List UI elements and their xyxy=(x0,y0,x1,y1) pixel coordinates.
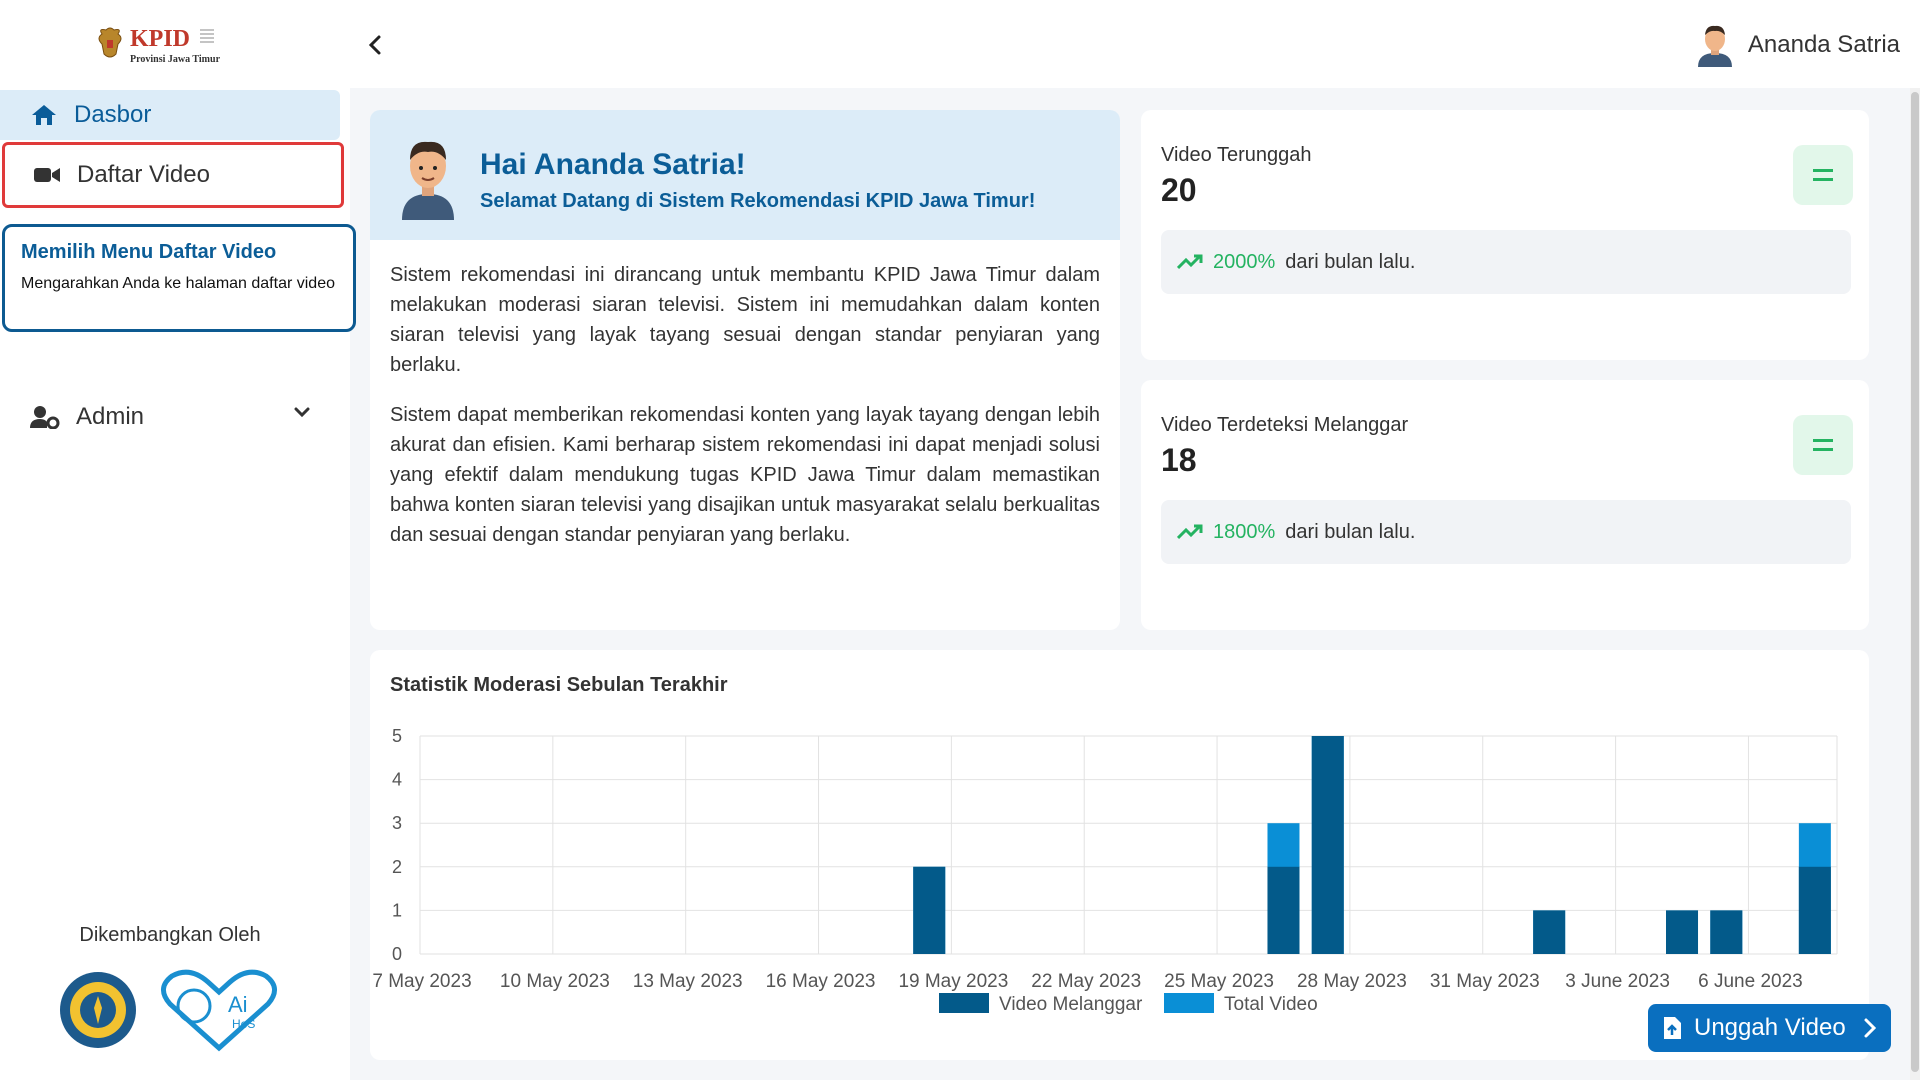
chart-card: Statistik Moderasi Sebulan Terakhir 0123… xyxy=(370,650,1869,1060)
legend-label: Video Melanggar xyxy=(999,994,1143,1015)
bar-video-melanggar xyxy=(1311,736,1344,954)
legend-swatch-melanggar xyxy=(939,993,989,1013)
x-tick-label: 10 May 2023 xyxy=(500,971,610,992)
chevron-right-icon xyxy=(1864,1018,1877,1038)
trend-percentage: 1800% xyxy=(1213,520,1276,543)
developed-by-label: Dikembangkan Oleh xyxy=(79,924,261,946)
aihes-logo-icon: Ai HeS xyxy=(161,969,277,1052)
logo-title: KPID xyxy=(130,26,190,52)
x-tick-label: 16 May 2023 xyxy=(766,971,876,992)
x-tick-label: 25 May 2023 xyxy=(1164,971,1274,992)
welcome-paragraph: Sistem dapat memberikan rekomendasi kont… xyxy=(390,404,1100,546)
user-avatar-icon xyxy=(1697,25,1732,67)
garuda-emblem-icon xyxy=(98,27,122,58)
welcome-body: Sistem rekomendasi ini dirancang untuk m… xyxy=(390,260,1100,570)
y-tick-label: 1 xyxy=(392,900,402,920)
user-avatar-icon xyxy=(402,141,454,220)
welcome-subtitle: Selamat Datang di Sistem Rekomendasi KPI… xyxy=(480,190,1036,212)
home-icon xyxy=(32,105,56,125)
upload-video-button[interactable]: Unggah Video xyxy=(1648,1004,1891,1052)
legend-label: Total Video xyxy=(1224,994,1318,1015)
sidebar-item-label: Daftar Video xyxy=(77,161,210,188)
equals-icon xyxy=(1793,415,1853,475)
stat-value: 18 xyxy=(1161,442,1197,478)
y-tick-label: 5 xyxy=(392,726,402,746)
y-tick-label: 3 xyxy=(392,813,402,833)
stat-title: Video Terdeteksi Melanggar xyxy=(1161,414,1409,436)
trend-text: dari bulan lalu. xyxy=(1285,250,1416,273)
x-tick-label: 6 June 2023 xyxy=(1698,971,1803,992)
stat-trend: 1800% dari bulan lalu. xyxy=(1161,500,1851,564)
bar-video-melanggar xyxy=(1798,866,1831,954)
its-logo-icon xyxy=(60,972,136,1048)
bar-video-melanggar xyxy=(1533,910,1566,954)
trend-text: dari bulan lalu. xyxy=(1285,520,1416,543)
stat-value: 20 xyxy=(1161,172,1197,208)
bar-video-melanggar xyxy=(1666,910,1699,954)
trend-up-icon xyxy=(1177,254,1203,270)
sidebar-item-dasbor[interactable]: Dasbor xyxy=(0,90,340,140)
x-tick-label: 22 May 2023 xyxy=(1031,971,1141,992)
sidebar-item-label: Dasbor xyxy=(74,101,152,128)
svg-text:Ai: Ai xyxy=(228,992,248,1017)
sidebar: Dasbor Daftar Video Memilih Menu Daftar … xyxy=(0,88,356,1080)
moderation-chart: 0 1 2 3 4 5 7 May 2023 10 May 2023 13 May 2023 16… xyxy=(372,726,1838,1015)
equals-icon xyxy=(1793,145,1853,205)
guide-tooltip: Memilih Menu Daftar Video Mengarahkan An… xyxy=(2,224,356,332)
bar-video-melanggar xyxy=(1710,910,1743,954)
trend-percentage: 2000% xyxy=(1213,250,1276,273)
welcome-card: Hai Ananda Satria! Selamat Datang di Sis… xyxy=(370,110,1120,630)
user-menu[interactable]: Ananda Satria xyxy=(1696,22,1900,68)
top-bar: KPID Provinsi Jawa Timur Ananda Satria xyxy=(0,0,1920,88)
bar-video-melanggar xyxy=(1267,866,1300,954)
legend-swatch-total xyxy=(1164,993,1214,1013)
user-name: Ananda Satria xyxy=(1747,31,1900,58)
logo-subtitle: Provinsi Jawa Timur xyxy=(130,54,221,65)
y-tick-label: 0 xyxy=(392,944,402,964)
y-tick-label: 4 xyxy=(392,770,402,790)
upload-video-label: Unggah Video xyxy=(1694,1014,1846,1041)
user-gear-icon xyxy=(30,406,60,429)
video-camera-icon xyxy=(34,168,60,182)
sidebar-collapse-button[interactable] xyxy=(360,30,390,60)
bar-video-melanggar xyxy=(913,866,946,954)
x-tick-label: 19 May 2023 xyxy=(898,971,1008,992)
x-tick-label: 28 May 2023 xyxy=(1297,971,1407,992)
x-tick-label: 7 May 2023 xyxy=(372,971,471,992)
tooltip-description: Mengarahkan Anda ke halaman daftar video xyxy=(21,275,335,292)
trend-up-icon xyxy=(1177,524,1203,540)
chevron-down-icon xyxy=(294,407,310,418)
welcome-header: Hai Ananda Satria! Selamat Datang di Sis… xyxy=(370,110,1120,240)
x-tick-label: 13 May 2023 xyxy=(633,971,743,992)
stat-card-video-terunggah: Video Terunggah 20 2000% dari bulan lalu… xyxy=(1141,110,1869,360)
developer-logos: Ai HeS xyxy=(56,968,282,1052)
sidebar-item-label: Admin xyxy=(76,403,145,430)
y-tick-label: 2 xyxy=(392,857,402,877)
stat-card-video-melanggar: Video Terdeteksi Melanggar 18 1800% dari… xyxy=(1141,380,1869,630)
tooltip-title: Memilih Menu Daftar Video xyxy=(21,241,277,263)
stat-trend: 2000% dari bulan lalu. xyxy=(1161,230,1851,294)
sidebar-item-admin[interactable]: Admin xyxy=(0,392,340,442)
chevron-left-icon xyxy=(368,35,381,55)
x-tick-label: 3 June 2023 xyxy=(1565,971,1670,992)
scrollbar-thumb[interactable] xyxy=(1911,92,1919,1072)
sidebar-item-daftar-video[interactable]: Daftar Video xyxy=(2,142,344,208)
welcome-paragraph: Sistem rekomendasi ini dirancang untuk m… xyxy=(390,264,1100,376)
stat-title: Video Terunggah xyxy=(1161,144,1312,166)
kpid-logo[interactable]: KPID Provinsi Jawa Timur xyxy=(96,24,246,66)
svg-text:HeS: HeS xyxy=(232,1017,255,1031)
x-tick-label: 31 May 2023 xyxy=(1430,971,1540,992)
welcome-title: Hai Ananda Satria! xyxy=(480,148,746,181)
file-upload-icon xyxy=(1664,1017,1681,1039)
